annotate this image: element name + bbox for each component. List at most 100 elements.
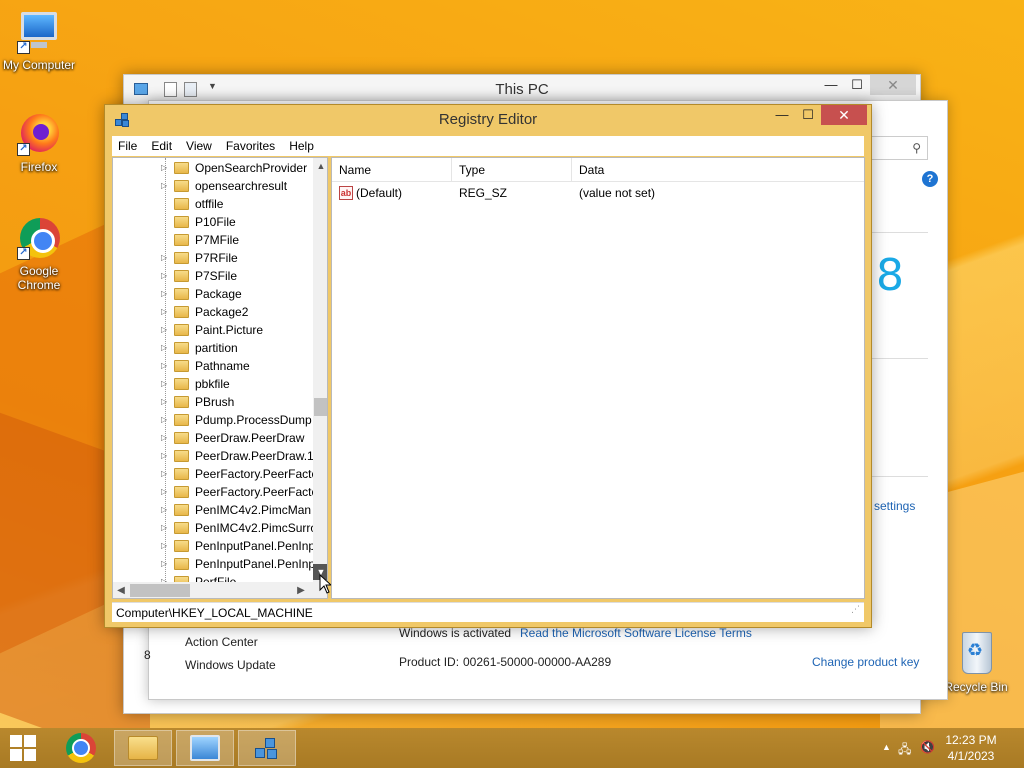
minimize-button[interactable]: — (769, 105, 795, 125)
tree-item[interactable]: ▷ PenInputPanel.PenInp (161, 555, 313, 573)
scroll-up-icon[interactable]: ▲ (313, 158, 327, 174)
expand-arrow-icon[interactable]: ▷ (161, 303, 171, 321)
registry-editor-icon (253, 734, 281, 762)
start-button[interactable] (0, 730, 52, 766)
tree-item[interactable]: ▷ pbkfile (161, 375, 313, 393)
taskbar-chrome[interactable] (52, 730, 110, 766)
menu-view[interactable]: View (186, 139, 212, 153)
tree-item[interactable]: ▷ PenIMC4v2.PimcMan (161, 501, 313, 519)
expand-arrow-icon[interactable]: ▷ (161, 375, 171, 393)
tree-item[interactable]: P7MFile (161, 231, 313, 249)
menu-file[interactable]: File (118, 139, 137, 153)
expand-arrow-icon[interactable]: ▷ (161, 177, 171, 195)
close-button[interactable]: ✕ (870, 75, 916, 95)
tree-item[interactable]: otffile (161, 195, 313, 213)
column-header-name[interactable]: Name (332, 158, 452, 182)
expand-arrow-icon[interactable]: ▷ (161, 357, 171, 375)
values-list[interactable]: Name Type Data ab (Default) REG_SZ (valu… (331, 157, 865, 599)
folder-icon (174, 234, 189, 246)
expand-arrow-icon[interactable]: ▷ (161, 537, 171, 555)
scroll-right-icon[interactable]: ▶ (293, 582, 309, 598)
folder-icon (174, 342, 189, 354)
maximize-button[interactable]: ☐ (795, 105, 821, 125)
activation-status: Windows is activated (399, 626, 512, 640)
search-input[interactable]: ⚲ (870, 136, 928, 160)
help-icon[interactable]: ? (922, 171, 938, 187)
desktop-icon-my-computer[interactable]: ↗ My Computer (1, 8, 77, 72)
tree-item[interactable]: ▷ P7SFile (161, 267, 313, 285)
desktop-icon-label: Firefox (20, 160, 58, 174)
desktop-icon-firefox[interactable]: ↗ Firefox (1, 110, 77, 174)
folder-icon (174, 504, 189, 516)
tree-item[interactable]: ▷ PeerFactory.PeerFacto (161, 483, 313, 501)
minimize-button[interactable]: — (818, 75, 844, 95)
menu-help[interactable]: Help (289, 139, 314, 153)
close-button[interactable]: ✕ (821, 105, 867, 125)
shortcut-arrow-icon: ↗ (17, 41, 30, 54)
desktop-icon-google-chrome[interactable]: ↗ Google Chrome (1, 214, 77, 292)
tree-item[interactable]: ▷ partition (161, 339, 313, 357)
expand-arrow-icon[interactable]: ▷ (161, 465, 171, 483)
expand-arrow-icon[interactable]: ▷ (161, 321, 171, 339)
desktop-icon-recycle-bin[interactable]: Recycle Bin (938, 630, 1014, 694)
show-hidden-icons-icon[interactable]: ▲ (882, 742, 891, 752)
expand-arrow-icon[interactable]: ▷ (161, 159, 171, 177)
taskbar-registry-editor[interactable] (238, 730, 296, 766)
menu-edit[interactable]: Edit (151, 139, 172, 153)
expand-arrow-icon[interactable]: ▷ (161, 285, 171, 303)
registry-editor-window[interactable]: Registry Editor — ☐ ✕ File Edit View Fav… (104, 104, 872, 628)
column-header-data[interactable]: Data (572, 158, 864, 182)
expand-arrow-icon[interactable]: ▷ (161, 267, 171, 285)
tree-item[interactable]: ▷ PeerDraw.PeerDraw (161, 429, 313, 447)
change-settings-link[interactable]: settings (874, 499, 915, 513)
expand-arrow-icon[interactable]: ▷ (161, 447, 171, 465)
tree-item[interactable]: ▷ Package (161, 285, 313, 303)
expand-arrow-icon[interactable]: ▷ (161, 411, 171, 429)
tree-item[interactable]: ▷ P7RFile (161, 249, 313, 267)
maximize-button[interactable]: ☐ (844, 75, 870, 95)
tree-item[interactable]: ▷ PeerDraw.PeerDraw.1 (161, 447, 313, 465)
change-product-key-link[interactable]: Change product key (812, 655, 919, 669)
tree-item[interactable]: ▷ PeerFactory.PeerFacto (161, 465, 313, 483)
column-header-type[interactable]: Type (452, 158, 572, 182)
registry-tree[interactable]: ▷ OpenSearchProvider ▷ opensearchresult otff… (112, 157, 328, 599)
expand-arrow-icon[interactable]: ▷ (161, 339, 171, 357)
tree-item[interactable]: ▷ PBrush (161, 393, 313, 411)
expand-arrow-icon[interactable]: ▷ (161, 483, 171, 501)
tree-item[interactable]: ▷ Package2 (161, 303, 313, 321)
scroll-left-icon[interactable]: ◀ (113, 582, 129, 598)
expand-arrow-icon[interactable]: ▷ (161, 501, 171, 519)
tree-item[interactable]: ▷ OpenSearchProvider (161, 159, 313, 177)
network-icon[interactable]: 🖧 (898, 740, 911, 761)
tree-horizontal-scrollbar[interactable]: ◀ ▶ (113, 582, 327, 598)
tree-item[interactable]: ▷ PenInputPanel.PenInp (161, 537, 313, 555)
expand-arrow-icon[interactable]: ▷ (161, 429, 171, 447)
taskbar-system[interactable] (176, 730, 234, 766)
tree-item[interactable]: ▷ Pathname (161, 357, 313, 375)
scroll-thumb[interactable] (314, 398, 327, 416)
tree-vertical-scrollbar[interactable]: ▲ ▼ (313, 158, 327, 582)
tree-item[interactable]: ▷ opensearchresult (161, 177, 313, 195)
menu-favorites[interactable]: Favorites (226, 139, 275, 153)
tree-item-label: PenInputPanel.PenInp (195, 539, 313, 553)
clock[interactable]: 12:23 PM 4/1/2023 (936, 732, 1006, 764)
scroll-thumb[interactable] (130, 584, 190, 597)
volume-muted-icon[interactable]: 🔇 (920, 740, 935, 754)
expand-arrow-icon[interactable]: ▷ (161, 555, 171, 573)
tree-item[interactable]: P10File (161, 213, 313, 231)
expand-arrow-icon[interactable]: ▷ (161, 249, 171, 267)
tree-item[interactable]: ▷ Pdump.ProcessDump (161, 411, 313, 429)
resize-grip-icon[interactable]: ⋰ (851, 599, 860, 619)
license-terms-link[interactable]: Read the Microsoft Software License Term… (520, 626, 752, 640)
taskbar-file-explorer[interactable] (114, 730, 172, 766)
tree-item-label: P7RFile (195, 251, 238, 265)
value-row[interactable]: ab (Default) REG_SZ (value not set) (332, 184, 864, 202)
expand-arrow-icon[interactable]: ▷ (161, 573, 171, 582)
expand-arrow-icon[interactable]: ▷ (161, 519, 171, 537)
tree-item[interactable]: ▷ PenIMC4v2.PimcSurro (161, 519, 313, 537)
action-center-link[interactable]: Action Center (185, 635, 258, 649)
tree-item[interactable]: ▷ PerfFile (161, 573, 313, 582)
windows-update-link[interactable]: Windows Update (185, 658, 276, 672)
tree-item[interactable]: ▷ Paint.Picture (161, 321, 313, 339)
expand-arrow-icon[interactable]: ▷ (161, 393, 171, 411)
